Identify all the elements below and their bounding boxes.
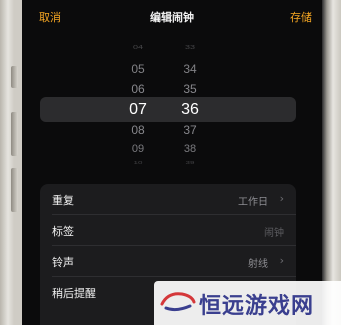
hour-option-06[interactable]: 06 bbox=[118, 82, 158, 96]
minute-option-33[interactable]: 33 bbox=[170, 44, 210, 50]
minute-option-35[interactable]: 35 bbox=[170, 82, 210, 96]
sound-value: 射线 bbox=[248, 259, 268, 270]
label-row[interactable]: 标签 闹钟 bbox=[40, 215, 296, 246]
hour-option-07[interactable]: 07 bbox=[118, 101, 158, 119]
phone-frame-right-edge bbox=[322, 0, 341, 325]
volume-down-button bbox=[11, 168, 18, 212]
sound-row[interactable]: 铃声 射线 › bbox=[40, 246, 296, 277]
sound-label: 铃声 bbox=[52, 256, 74, 269]
repeat-value: 工作日 bbox=[238, 197, 268, 208]
time-picker[interactable]: 04 05 06 07 08 09 10 33 34 35 36 37 38 39 bbox=[22, 44, 322, 174]
silent-switch bbox=[11, 66, 18, 88]
alarm-edit-screen: 取消 编辑闹钟 存储 04 05 06 07 08 09 10 33 34 35 36 37 38 39… bbox=[22, 0, 322, 325]
label-value-placeholder[interactable]: 闹钟 bbox=[264, 224, 284, 239]
hour-option-04[interactable]: 04 bbox=[118, 44, 158, 50]
picker-selection-highlight bbox=[40, 97, 296, 122]
minute-option-34[interactable]: 34 bbox=[170, 62, 210, 76]
minute-option-38[interactable]: 38 bbox=[170, 143, 210, 155]
hour-option-09[interactable]: 09 bbox=[118, 143, 158, 155]
repeat-row[interactable]: 重复 工作日 › bbox=[40, 184, 296, 215]
hour-option-10[interactable]: 10 bbox=[118, 160, 158, 165]
chevron-right-icon: › bbox=[279, 192, 284, 205]
minute-option-37[interactable]: 37 bbox=[170, 123, 210, 137]
hour-option-08[interactable]: 08 bbox=[118, 123, 158, 137]
save-button[interactable]: 存储 bbox=[290, 9, 312, 25]
label-label: 标签 bbox=[52, 225, 74, 238]
nav-bar: 取消 编辑闹钟 存储 bbox=[22, 0, 322, 34]
watermark: 恒远游戏网 bbox=[154, 281, 341, 325]
page-title: 编辑闹钟 bbox=[150, 11, 194, 24]
minute-option-39[interactable]: 39 bbox=[170, 160, 210, 165]
volume-up-button bbox=[11, 112, 18, 156]
minute-option-36[interactable]: 36 bbox=[170, 101, 210, 119]
repeat-label: 重复 bbox=[52, 194, 74, 207]
snooze-label: 稍后提醒 bbox=[52, 287, 96, 300]
watermark-logo-icon bbox=[160, 292, 196, 312]
hour-option-05[interactable]: 05 bbox=[118, 62, 158, 76]
chevron-right-icon: › bbox=[279, 254, 284, 267]
watermark-text: 恒远游戏网 bbox=[199, 294, 315, 319]
